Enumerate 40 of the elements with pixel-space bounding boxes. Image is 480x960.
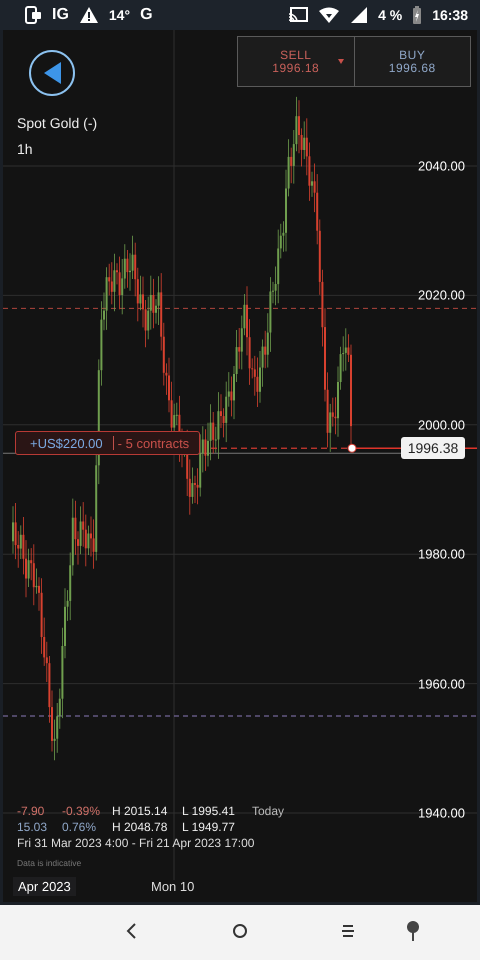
- disclaimer-text: Data is indicative: [17, 858, 82, 868]
- axis-label: Apr 2023: [13, 877, 76, 896]
- axis-label: 2040.00: [418, 158, 465, 174]
- percent-value: 0.76%: [62, 820, 98, 834]
- date-range: Fri 31 Mar 2023 4:00 - Fri 21 Apr 2023 17:00: [17, 836, 256, 850]
- wifi-icon: [318, 7, 340, 23]
- interval-label: 1h: [17, 141, 33, 157]
- change-value: 15.03: [17, 820, 48, 834]
- low-value: L 1949.77: [182, 820, 236, 834]
- status-text: 14°: [108, 7, 130, 23]
- cast-icon: [288, 7, 308, 23]
- low-value: L 1995.41: [182, 804, 236, 818]
- clock: 16:38: [432, 7, 468, 23]
- instrument-name: Spot Gold (-): [17, 115, 98, 131]
- axis-label: 1940.00: [418, 806, 465, 820]
- status-text: G: [140, 6, 153, 24]
- percent-value: -0.39%: [62, 804, 102, 818]
- current-price-label: 1996.38: [401, 437, 465, 460]
- period-label: Today: [252, 804, 284, 818]
- back-button[interactable]: [29, 50, 75, 96]
- back-icon: [42, 61, 62, 85]
- sell-button[interactable]: SELL 1996.18: [238, 37, 354, 86]
- signal-icon: [350, 7, 368, 23]
- warning-icon: [78, 6, 99, 24]
- axis-label: 2020.00: [418, 288, 465, 303]
- phone-icon: [24, 6, 42, 24]
- status-text: IG: [52, 6, 69, 24]
- contracts-text: - 5 contracts: [118, 436, 190, 450]
- axis-label: Mon 10: [150, 878, 196, 896]
- caret-icon: [338, 59, 344, 64]
- change-value: -7.90: [17, 804, 46, 818]
- profit-text: +US$220.00: [30, 436, 103, 450]
- buy-button[interactable]: BUY 1996.68: [354, 37, 470, 86]
- battery-icon: [412, 6, 422, 24]
- high-value: H 2015.14: [112, 804, 168, 818]
- axis-label: 2000.00: [418, 417, 465, 432]
- axis-label: 1980.00: [418, 546, 465, 562]
- battery-text: 4 %: [378, 7, 402, 23]
- high-value: H 2048.78: [112, 820, 168, 834]
- axis-label: 1960.00: [418, 676, 465, 692]
